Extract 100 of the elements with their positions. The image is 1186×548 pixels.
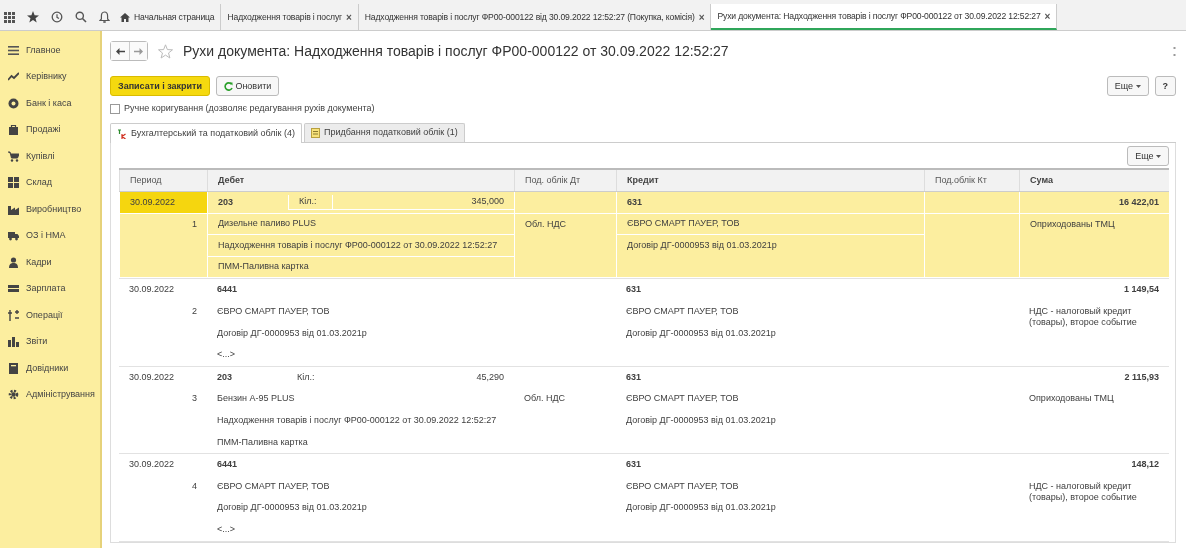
- table-row[interactable]: 30.09.2022 2 6441 ЄВРО СМАРТ ПАУЕР, ТОВ Договір ДГ-0000953 від 01.03.2021р <...> 631 ЄВРО СМАРТ ПАУЕР, ТОВ Договір ДГ-0000953 від 01.03.2021р 1 149,54 НДС - налоговый кредит (товары), второе событие: [119, 279, 1169, 367]
- table-row[interactable]: [119, 192, 1169, 280]
- sidebar-item[interactable]: Керівнику: [26, 70, 67, 84]
- table-cell-text: Договір ДГ-0000953 від 01.03.2021р: [216, 501, 368, 515]
- sidebar-item[interactable]: Банк і каса: [26, 96, 72, 110]
- history-icon[interactable]: [51, 11, 63, 23]
- close-button[interactable]: ×: [1044, 8, 1051, 24]
- table-cell-text: 45,290: [475, 370, 505, 384]
- help-button[interactable]: ?: [1154, 76, 1176, 96]
- table-cell: ПММ-Паливна картка: [207, 256, 514, 279]
- table-cell-text: ЄВРО СМАРТ ПАУЕР, ТОВ: [216, 305, 331, 318]
- coin-icon: [8, 97, 19, 109]
- cart-icon: [8, 150, 19, 162]
- sidebar-item[interactable]: Зарплата: [26, 282, 66, 296]
- table-cell-text: 148,12: [1130, 458, 1160, 472]
- table-cell-text: 30.09.2022: [128, 283, 176, 297]
- table-cell-text: 3: [191, 392, 198, 406]
- table-cell-text: НДС - налоговый кредит (товары), второе событие: [1028, 479, 1138, 504]
- checkbox[interactable]: [110, 104, 120, 114]
- truck-icon: [8, 230, 19, 242]
- trend-line-icon: [8, 71, 19, 83]
- table-cell: Оприходованы ТМЦ: [1019, 213, 1169, 279]
- table-cell-text: Надходження товарів і послуг ФР00-000122 от 30.09.2022 12:52:27: [216, 414, 498, 427]
- table-cell: Кіл.:: [288, 195, 332, 210]
- tab[interactable]: Придбання податковий облік (1): [304, 123, 465, 142]
- table-cell: 16 422,01: [1019, 192, 1169, 214]
- star-outline-icon[interactable]: [158, 43, 173, 59]
- table-cell: 345,000: [332, 195, 514, 210]
- search-icon[interactable]: [75, 11, 87, 23]
- table-cell-text: Кіл.:: [296, 370, 316, 384]
- close-button[interactable]: ×: [698, 9, 705, 25]
- window-title: Рухи документа: Надходження товарів і послуг ФР00-000122 от 30.09.2022 12:52:27: [183, 41, 729, 61]
- table-cell-text: ПММ-Паливна картка: [216, 435, 309, 449]
- menu-icon: [8, 44, 19, 56]
- gear-icon: [8, 389, 19, 401]
- bar-chart-icon: [8, 336, 19, 348]
- close-button[interactable]: ×: [346, 9, 352, 25]
- tab-label: Рухи документа: Надходження товарів і послуг ФР00-000122 от 30.09.2022 12:52:27: [717, 9, 1041, 23]
- stack-icon: [8, 283, 19, 295]
- table-cell-text: 6441: [216, 283, 239, 297]
- table-cell: Обл. НДС: [514, 213, 616, 279]
- sidebar-item[interactable]: Звіти: [26, 335, 48, 349]
- debit-credit-icon: [117, 128, 127, 139]
- column-header[interactable]: Период: [119, 170, 207, 191]
- table-cell: 30.09.2022: [119, 192, 207, 214]
- table-cell-text: <...>: [216, 522, 236, 536]
- table-cell-text: Обл. НДС: [523, 392, 567, 406]
- table-cell-text: 6441: [216, 458, 239, 472]
- refresh-icon: [224, 81, 233, 91]
- tab-label: Надходження товарів і послуг: [227, 10, 343, 24]
- sidebar-item[interactable]: ОЗ і НМА: [26, 229, 66, 243]
- table-cell-text: 203: [216, 370, 234, 384]
- sidebar-item[interactable]: Адміністрування: [26, 388, 95, 402]
- table-cell: Надходження товарів і послуг ФР00-000122 от 30.09.2022 12:52:27: [207, 235, 514, 257]
- sidebar-item[interactable]: Довідники: [26, 361, 69, 375]
- table-cell-text: Оприходованы ТМЦ: [1028, 392, 1115, 406]
- sidebar-item[interactable]: Операції: [26, 308, 63, 322]
- column-header[interactable]: Дебет: [207, 170, 514, 191]
- tab-label: Надходження товарів і послуг ФР00-000122 від 30.09.2022 12:52:27 (Покупка, комісія): [364, 10, 695, 24]
- table-cell-text: НДС - налоговый кредит (товары), второе событие: [1028, 304, 1138, 329]
- grid-icon: [8, 177, 19, 189]
- table-cell-text: Договір ДГ-0000953 від 01.03.2021р: [625, 501, 777, 515]
- table-cell-text: ЄВРО СМАРТ ПАУЕР, ТОВ: [216, 479, 331, 493]
- column-header[interactable]: Под.облік Кт: [924, 170, 1019, 191]
- sidebar-item[interactable]: Купівлі: [26, 149, 55, 163]
- bag-icon: [8, 124, 19, 136]
- table-cell-text: 30.09.2022: [128, 458, 176, 472]
- table-cell-text: 2 115,93: [1123, 370, 1160, 384]
- window-tab[interactable]: Рухи документа: Надходження товарів і послуг ФР00-000122 от 30.09.2022 12:52:27 ×: [711, 4, 1058, 30]
- sidebar-item[interactable]: Продажі: [26, 123, 61, 137]
- more-button[interactable]: Еще: [1127, 146, 1169, 166]
- more-vertical-icon[interactable]: [1173, 46, 1176, 56]
- arrow-right-icon: [134, 47, 143, 55]
- column-header[interactable]: Сума: [1019, 170, 1169, 191]
- refresh-button[interactable]: Оновити: [216, 76, 280, 96]
- operations-icon: [8, 309, 19, 321]
- table-row[interactable]: 30.09.2022 4 6441 ЄВРО СМАРТ ПАУЕР, ТОВ Договір ДГ-0000953 від 01.03.2021р <...> 631 ЄВРО СМАРТ ПАУЕР, ТОВ Договір ДГ-0000953 від 01.03.2021р 148,12 НДС - налоговый кредит (товары), второе событие: [119, 454, 1169, 542]
- table-cell-text: 2: [191, 304, 198, 318]
- checkbox-label: Ручне коригування (дозволяє редагування рухів документа): [124, 102, 375, 116]
- sidebar-item[interactable]: Кадри: [26, 255, 52, 269]
- table-cell-text: ЄВРО СМАРТ ПАУЕР, ТОВ: [625, 479, 740, 493]
- table-cell-text: 30.09.2022: [128, 370, 176, 384]
- tab[interactable]: Бухгалтерський та податковий облік (4): [110, 123, 302, 143]
- bell-icon[interactable]: [99, 11, 110, 23]
- person-icon: [8, 256, 19, 268]
- save-close-button[interactable]: Записати і закрити: [110, 76, 210, 96]
- tab-label: Начальная страница: [134, 10, 215, 24]
- table-cell-text: Договір ДГ-0000953 від 01.03.2021р: [216, 326, 368, 340]
- sidebar-item[interactable]: Виробництво: [26, 202, 82, 216]
- column-header[interactable]: Кредит: [616, 170, 924, 191]
- sidebar-item[interactable]: Склад: [26, 176, 53, 190]
- more-button[interactable]: Еще: [1106, 76, 1149, 96]
- document-icon: [311, 128, 320, 138]
- table-cell: Договір ДГ-0000953 від 01.03.2021р: [616, 235, 924, 279]
- apps-grid-icon[interactable]: [4, 11, 15, 23]
- back-button[interactable]: [111, 42, 129, 60]
- star-icon[interactable]: [27, 11, 39, 23]
- sidebar-item[interactable]: Главное: [26, 43, 61, 57]
- column-header[interactable]: Под. облік Дт: [514, 170, 616, 191]
- table-cell-text: 203: [217, 195, 235, 209]
